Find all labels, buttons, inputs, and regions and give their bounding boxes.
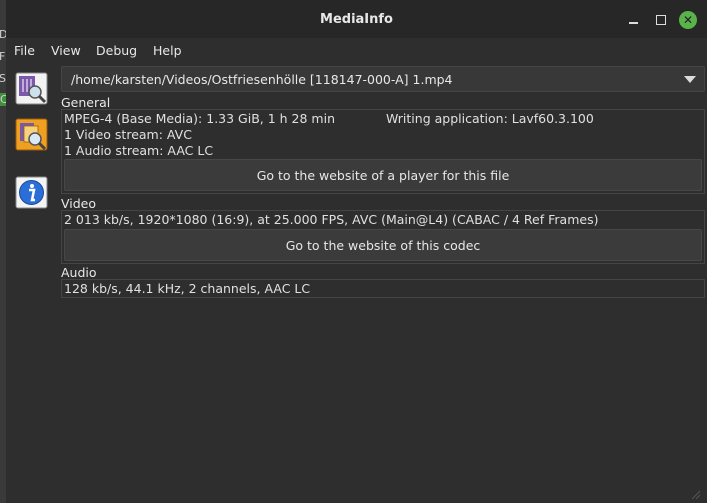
player-website-button[interactable]: Go to the website of a player for this f… — [64, 159, 702, 191]
desktop-letter: F — [0, 50, 6, 63]
minimize-button[interactable] — [624, 11, 642, 29]
general-section: MPEG-4 (Base Media): 1.33 GiB, 1 h 28 mi… — [61, 109, 705, 194]
video-label: Video — [61, 196, 97, 211]
maximize-button[interactable] — [652, 11, 670, 29]
codec-website-button[interactable]: Go to the website of this codec — [64, 229, 702, 261]
audio-label: Audio — [61, 265, 97, 280]
audio-info: 128 kb/s, 44.1 kHz, 2 channels, AAC LC — [64, 281, 311, 296]
window-title: MediaInfo — [320, 12, 393, 27]
info-icon[interactable] — [15, 176, 48, 209]
video-info: 2 013 kb/s, 1920*1080 (16:9), at 25.000 … — [64, 212, 599, 227]
mediainfo-window: MediaInfo ✕ File View Debug Help /home/k… — [6, 0, 707, 503]
chevron-down-icon[interactable] — [684, 76, 696, 83]
video-section: 2 013 kb/s, 1920*1080 (16:9), at 25.000 … — [61, 210, 705, 264]
general-audio-count: 1 Audio stream: AAC LC — [64, 143, 214, 158]
view-sidebar — [6, 62, 56, 503]
audio-section: 128 kb/s, 44.1 kHz, 2 channels, AAC LC — [61, 279, 705, 298]
general-writing-app: Writing application: Lavf60.3.100 — [386, 111, 594, 126]
resize-grip[interactable] — [691, 488, 701, 500]
general-format: MPEG-4 (Base Media): 1.33 GiB, 1 h 28 mi… — [64, 111, 335, 126]
menu-view[interactable]: View — [51, 43, 81, 58]
close-icon: ✕ — [682, 13, 694, 27]
basic-view-icon[interactable] — [15, 72, 48, 105]
sheet-view-icon[interactable] — [15, 118, 48, 151]
general-label: General — [61, 95, 111, 110]
menu-debug[interactable]: Debug — [96, 43, 137, 58]
menu-help[interactable]: Help — [153, 43, 182, 58]
file-selector[interactable]: /home/karsten/Videos/Ostfriesenhölle [11… — [61, 66, 705, 92]
title-bar[interactable]: MediaInfo ✕ — [6, 0, 707, 38]
file-path: /home/karsten/Videos/Ostfriesenhölle [11… — [71, 72, 453, 87]
general-video-count: 1 Video stream: AVC — [64, 127, 192, 142]
close-button[interactable]: ✕ — [679, 11, 697, 29]
menu-file[interactable]: File — [14, 43, 35, 58]
menu-bar: File View Debug Help — [6, 38, 707, 62]
